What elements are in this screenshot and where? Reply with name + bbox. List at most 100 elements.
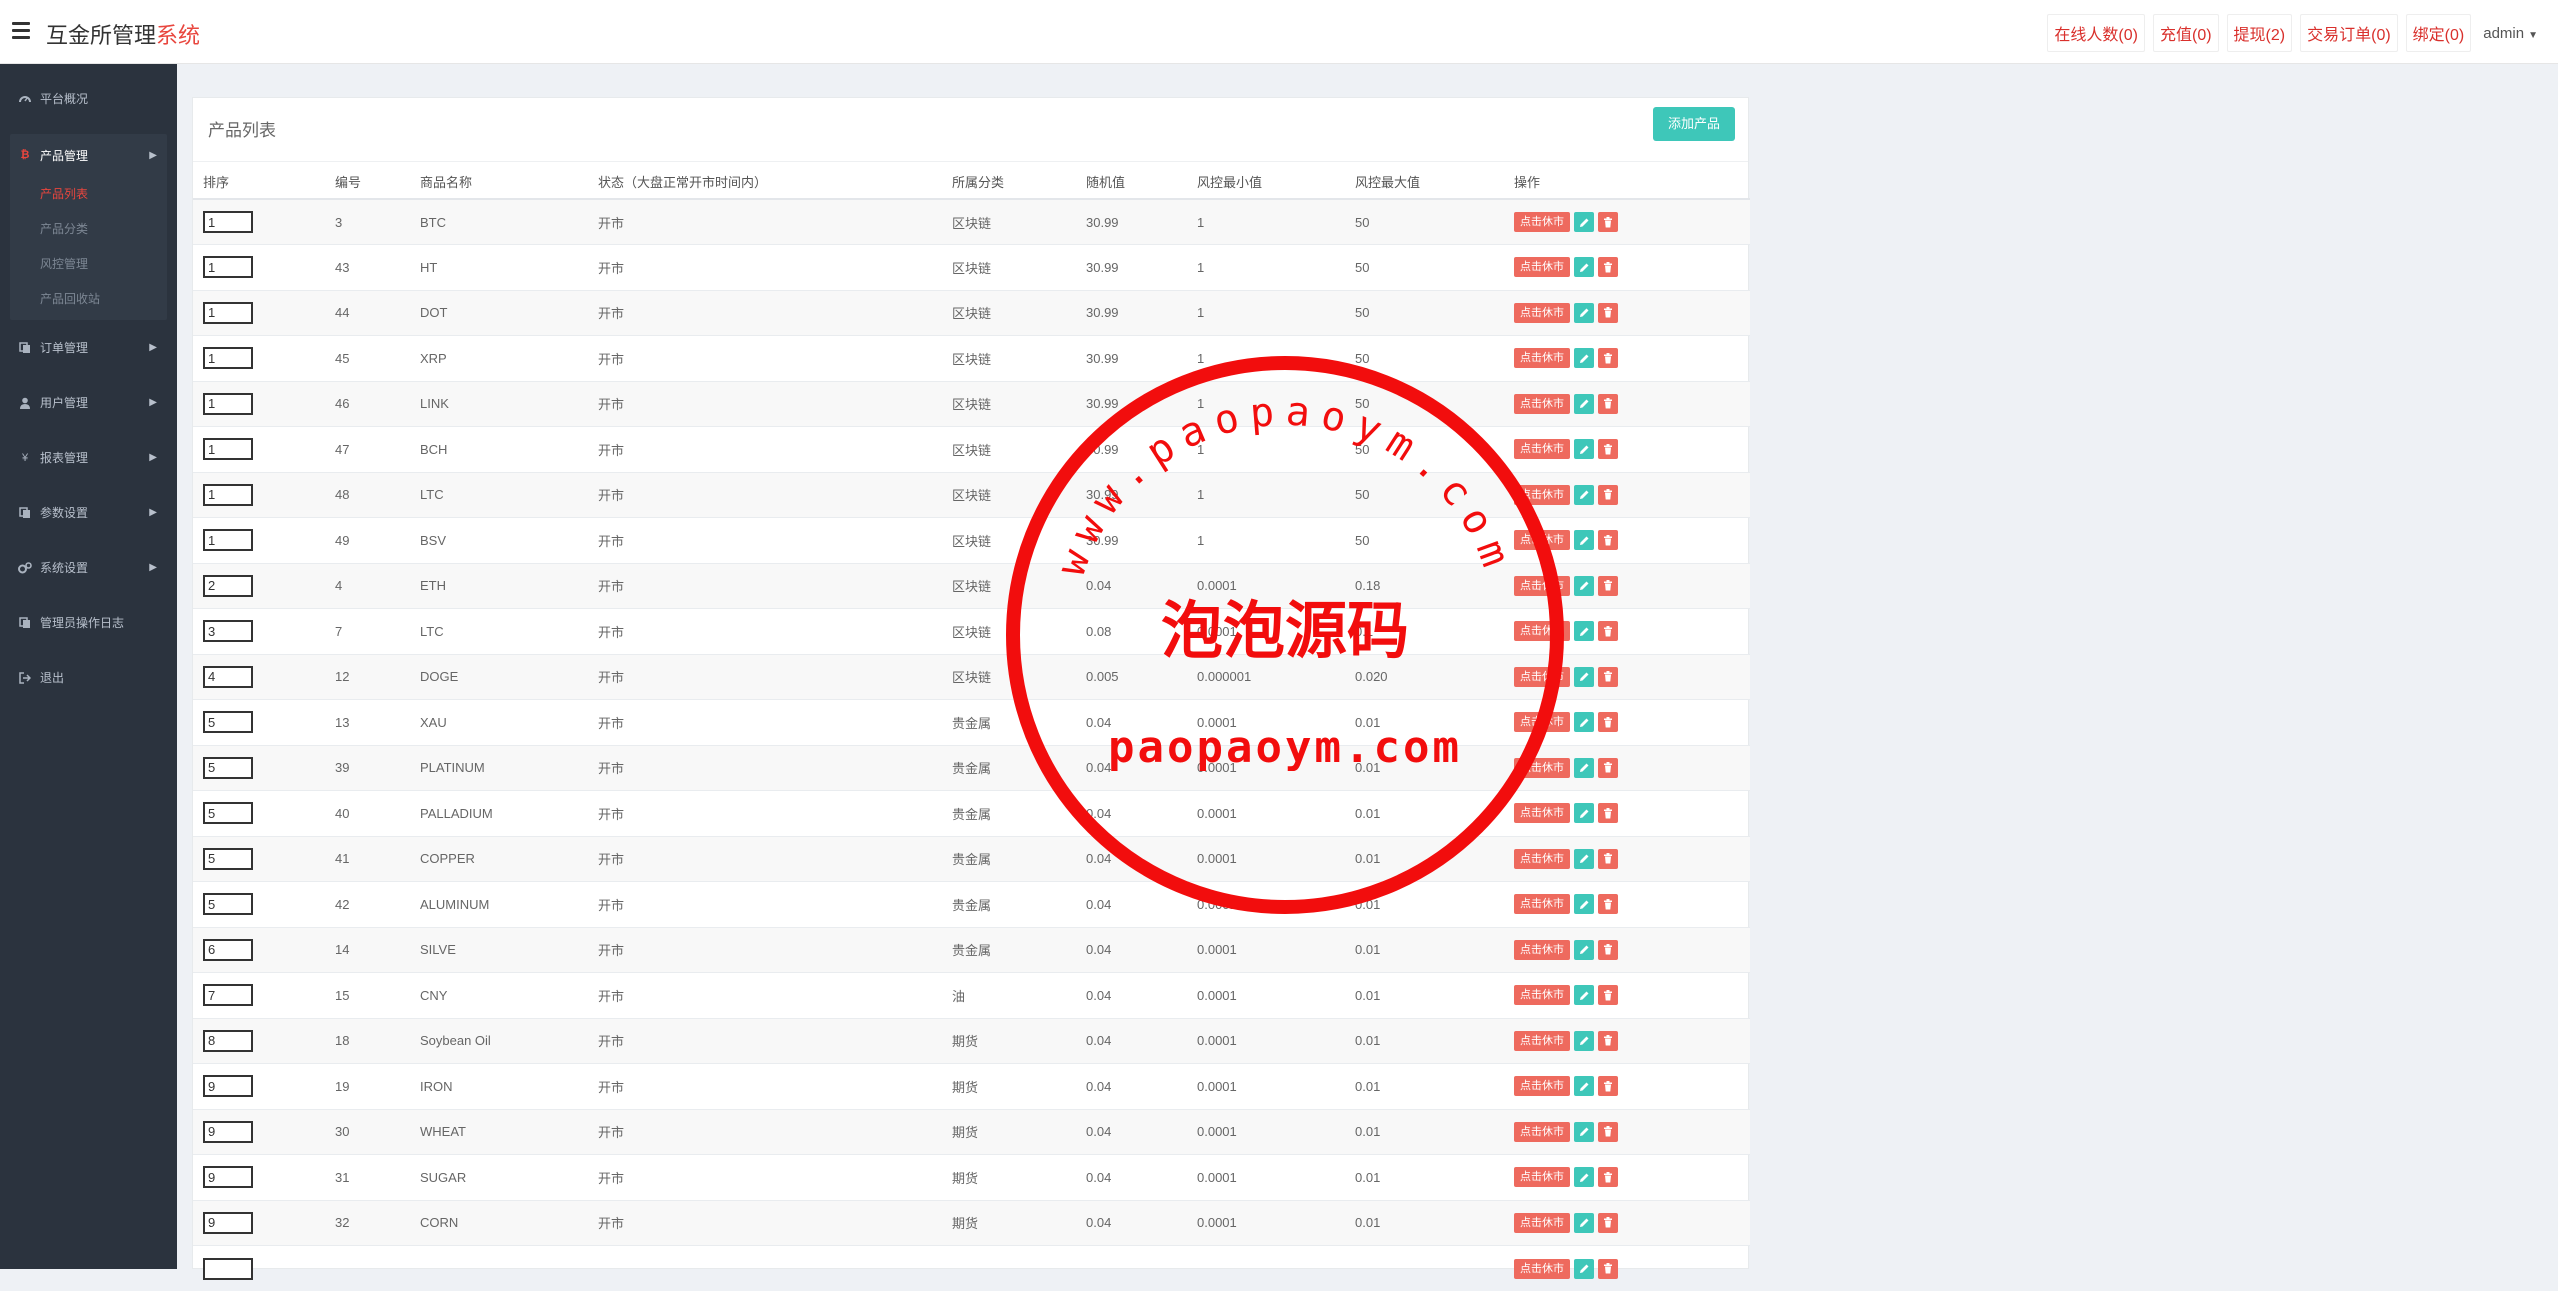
close-market-button[interactable]: 点击休市	[1514, 212, 1570, 232]
trash-icon[interactable]	[1598, 758, 1618, 778]
edit-icon[interactable]	[1574, 1076, 1594, 1096]
trash-icon[interactable]	[1598, 985, 1618, 1005]
edit-icon[interactable]	[1574, 212, 1594, 232]
trash-icon[interactable]	[1598, 1122, 1618, 1142]
close-market-button[interactable]: 点击休市	[1514, 940, 1570, 960]
sort-input[interactable]	[203, 1212, 253, 1234]
sidebar-item-overview[interactable]: 平台概况	[0, 71, 177, 126]
trash-icon[interactable]	[1598, 712, 1618, 732]
edit-icon[interactable]	[1574, 621, 1594, 641]
trash-icon[interactable]	[1598, 1031, 1618, 1051]
user-menu[interactable]: admin▼	[2479, 19, 2542, 48]
edit-icon[interactable]	[1574, 303, 1594, 323]
withdraw-link[interactable]: 提现(2)	[2227, 14, 2293, 52]
sidebar-item-orders[interactable]: 订单管理 ▶	[0, 320, 177, 375]
close-market-button[interactable]: 点击休市	[1514, 1031, 1570, 1051]
sidebar-item-logout[interactable]: 退出	[0, 650, 177, 705]
edit-icon[interactable]	[1574, 1031, 1594, 1051]
edit-icon[interactable]	[1574, 985, 1594, 1005]
sort-input[interactable]	[203, 256, 253, 278]
sort-input[interactable]	[203, 939, 253, 961]
trade-orders-link[interactable]: 交易订单(0)	[2300, 14, 2398, 52]
trash-icon[interactable]	[1598, 621, 1618, 641]
trash-icon[interactable]	[1598, 803, 1618, 823]
close-market-button[interactable]: 点击休市	[1514, 758, 1570, 778]
sidebar-item-users[interactable]: 用户管理 ▶	[0, 375, 177, 430]
close-market-button[interactable]: 点击休市	[1514, 439, 1570, 459]
close-market-button[interactable]: 点击休市	[1514, 712, 1570, 732]
edit-icon[interactable]	[1574, 576, 1594, 596]
close-market-button[interactable]: 点击休市	[1514, 621, 1570, 641]
sidebar-subitem-product-category[interactable]: 产品分类	[10, 211, 167, 246]
sort-input[interactable]	[203, 1075, 253, 1097]
trash-icon[interactable]	[1598, 439, 1618, 459]
add-product-button[interactable]: 添加产品	[1653, 107, 1735, 141]
trash-icon[interactable]	[1598, 212, 1618, 232]
trash-icon[interactable]	[1598, 894, 1618, 914]
close-market-button[interactable]: 点击休市	[1514, 348, 1570, 368]
close-market-button[interactable]: 点击休市	[1514, 257, 1570, 277]
edit-icon[interactable]	[1574, 1213, 1594, 1233]
trash-icon[interactable]	[1598, 257, 1618, 277]
trash-icon[interactable]	[1598, 667, 1618, 687]
sort-input[interactable]	[203, 438, 253, 460]
trash-icon[interactable]	[1598, 849, 1618, 869]
sidebar-item-product-management[interactable]: ₿ 产品管理 ▶	[10, 134, 167, 176]
sort-input[interactable]	[203, 620, 253, 642]
sort-input[interactable]	[203, 393, 253, 415]
sidebar-subitem-recycle-bin[interactable]: 产品回收站	[10, 281, 167, 316]
edit-icon[interactable]	[1574, 1167, 1594, 1187]
close-market-button[interactable]: 点击休市	[1514, 803, 1570, 823]
close-market-button[interactable]: 点击休市	[1514, 394, 1570, 414]
close-market-button[interactable]: 点击休市	[1514, 530, 1570, 550]
edit-icon[interactable]	[1574, 849, 1594, 869]
close-market-button[interactable]: 点击休市	[1514, 1213, 1570, 1233]
close-market-button[interactable]: 点击休市	[1514, 576, 1570, 596]
sort-input[interactable]	[203, 575, 253, 597]
edit-icon[interactable]	[1574, 530, 1594, 550]
sort-input[interactable]	[203, 347, 253, 369]
close-market-button[interactable]: 点击休市	[1514, 485, 1570, 505]
trash-icon[interactable]	[1598, 530, 1618, 550]
trash-icon[interactable]	[1598, 940, 1618, 960]
sidebar-subitem-risk-control[interactable]: 风控管理	[10, 246, 167, 281]
trash-icon[interactable]	[1598, 1213, 1618, 1233]
edit-icon[interactable]	[1574, 712, 1594, 732]
trash-icon[interactable]	[1598, 485, 1618, 505]
sort-input[interactable]	[203, 529, 253, 551]
edit-icon[interactable]	[1574, 803, 1594, 823]
trash-icon[interactable]	[1598, 576, 1618, 596]
sidebar-subitem-product-list[interactable]: 产品列表	[10, 176, 167, 211]
recharge-link[interactable]: 充值(0)	[2153, 14, 2219, 52]
close-market-button[interactable]: 点击休市	[1514, 849, 1570, 869]
trash-icon[interactable]	[1598, 394, 1618, 414]
edit-icon[interactable]	[1574, 1122, 1594, 1142]
sort-input[interactable]	[203, 711, 253, 733]
sort-input[interactable]	[203, 1166, 253, 1188]
bind-link[interactable]: 绑定(0)	[2406, 14, 2472, 52]
close-market-button[interactable]: 点击休市	[1514, 303, 1570, 323]
edit-icon[interactable]	[1574, 667, 1594, 687]
edit-icon[interactable]	[1574, 257, 1594, 277]
edit-icon[interactable]	[1574, 348, 1594, 368]
menu-toggle-icon[interactable]	[12, 22, 30, 38]
edit-icon[interactable]	[1574, 394, 1594, 414]
close-market-button[interactable]: 点击休市	[1514, 667, 1570, 687]
sort-input[interactable]	[203, 484, 253, 506]
sort-input[interactable]	[203, 848, 253, 870]
sort-input[interactable]	[203, 1030, 253, 1052]
sort-input[interactable]	[203, 211, 253, 233]
close-market-button[interactable]: 点击休市	[1514, 1076, 1570, 1096]
close-market-button[interactable]: 点击休市	[1514, 1167, 1570, 1187]
trash-icon[interactable]	[1598, 1167, 1618, 1187]
edit-icon[interactable]	[1574, 439, 1594, 459]
sidebar-item-admin-log[interactable]: 管理员操作日志	[0, 595, 177, 650]
close-market-button[interactable]: 点击休市	[1514, 985, 1570, 1005]
sidebar-item-system[interactable]: 系统设置 ▶	[0, 540, 177, 595]
sort-input[interactable]	[203, 984, 253, 1006]
trash-icon[interactable]	[1598, 348, 1618, 368]
online-users-link[interactable]: 在线人数(0)	[2047, 14, 2145, 52]
edit-icon[interactable]	[1574, 894, 1594, 914]
sort-input[interactable]	[203, 893, 253, 915]
sort-input[interactable]	[203, 802, 253, 824]
